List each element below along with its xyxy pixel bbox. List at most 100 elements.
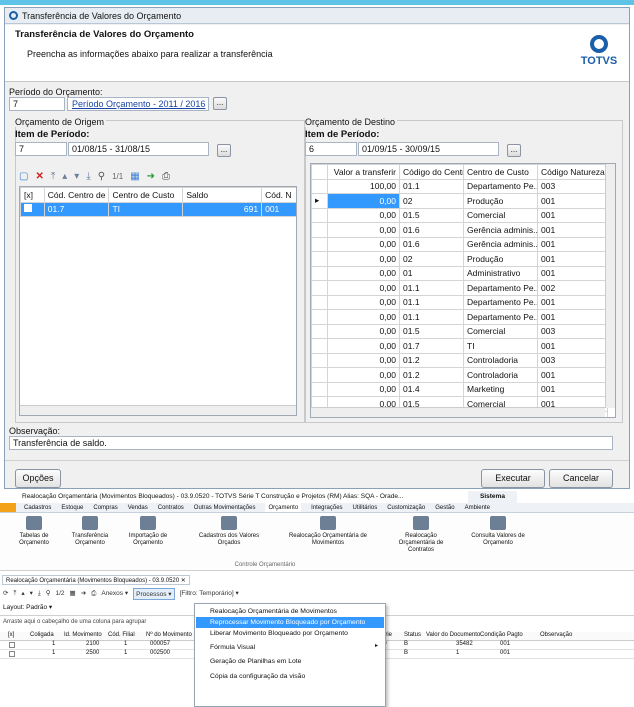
dest-row[interactable]: 0,00 01.1 Departamento Pe... 001 bbox=[311, 294, 608, 310]
origin-col-saldo[interactable]: Saldo bbox=[182, 187, 263, 203]
obs-field[interactable]: Transferência de saldo. bbox=[9, 436, 613, 450]
dest-cell[interactable]: 002 bbox=[537, 280, 608, 296]
origin-col-x[interactable]: [x] bbox=[20, 187, 45, 203]
dest-cell[interactable]: 003 bbox=[537, 178, 608, 194]
dest-row[interactable]: 0,00 01.1 Departamento Pe... 001 bbox=[311, 309, 608, 325]
new-icon[interactable]: ▢ bbox=[19, 171, 28, 182]
dest-cell[interactable]: 001 bbox=[537, 193, 608, 209]
dest-cell[interactable]: 01.1 bbox=[399, 309, 464, 325]
dest-cell[interactable]: 0,00 bbox=[327, 381, 400, 397]
app-col-header[interactable]: Id. Movimento bbox=[64, 632, 102, 638]
dest-cell[interactable]: 0,00 bbox=[327, 265, 400, 281]
processos-button[interactable]: Processos ▾ bbox=[133, 588, 175, 600]
processos-menu-item[interactable]: Fórmula Visual bbox=[196, 642, 384, 653]
dest-row[interactable]: 0,00 01.6 Gerência adminis... 001 bbox=[311, 236, 608, 252]
next-icon[interactable]: ▾ bbox=[30, 588, 33, 600]
dest-cell[interactable]: 001 bbox=[537, 338, 608, 354]
dest-cell[interactable]: Controladoria bbox=[463, 352, 538, 368]
binoculars-icon[interactable]: ⚲ bbox=[98, 171, 105, 182]
dest-cell[interactable]: 01.6 bbox=[399, 222, 464, 238]
dest-cell[interactable]: 003 bbox=[537, 352, 608, 368]
ribbon-button[interactable]: Realocação Orçamentária de Movimentos bbox=[274, 516, 382, 547]
dest-cell[interactable]: 01.1 bbox=[399, 294, 464, 310]
dest-cell[interactable]: Gerência adminis... bbox=[463, 236, 538, 252]
menu-tab[interactable]: Estoque bbox=[61, 503, 83, 512]
app-col-header[interactable]: Cód. Filial bbox=[108, 632, 135, 638]
ribbon-button[interactable]: Transferência Orçamento bbox=[70, 516, 110, 547]
dest-h-scrollbar[interactable] bbox=[311, 407, 605, 417]
dest-cell[interactable]: 01.2 bbox=[399, 352, 464, 368]
ribbon-button[interactable]: Consulta Valores de Orçamento bbox=[460, 516, 536, 547]
ribbon-button[interactable]: Realocação Orçamentária de Contratos bbox=[388, 516, 454, 554]
app-col-header[interactable]: Valor do Documento bbox=[426, 632, 480, 638]
dest-col-valor[interactable]: Valor a transferir bbox=[327, 164, 400, 180]
menu-tab[interactable]: Compras bbox=[93, 503, 117, 512]
dest-col-centro-custo[interactable]: Centro de Custo bbox=[463, 164, 538, 180]
app-menu-button[interactable] bbox=[0, 503, 16, 512]
layout-select[interactable]: Padrão bbox=[26, 604, 47, 611]
app-col-header[interactable]: Nº do Movimento bbox=[146, 632, 192, 638]
processos-menu-item[interactable]: Cópia da configuração da visão bbox=[196, 671, 384, 682]
dest-cell[interactable]: 001 bbox=[537, 309, 608, 325]
dest-cell[interactable]: 0,00 bbox=[327, 207, 400, 223]
dest-cell[interactable]: 0,00 bbox=[327, 251, 400, 267]
origin-col-centro-custo[interactable]: Centro de Custo bbox=[108, 187, 184, 203]
grid-icon[interactable]: ▦ bbox=[70, 588, 76, 600]
dest-lookup-button[interactable]: ... bbox=[507, 144, 521, 157]
dest-cell[interactable]: 001 bbox=[537, 222, 608, 238]
dest-cell[interactable]: Controladoria bbox=[463, 367, 538, 383]
dest-row[interactable]: 0,00 01.5 Comercial 003 bbox=[311, 323, 608, 339]
next-icon[interactable]: ▾ bbox=[74, 171, 79, 182]
origin-item-range-field[interactable]: 01/08/15 - 31/08/15 bbox=[68, 142, 209, 156]
dest-row[interactable]: 0,00 02 Produção 001 bbox=[311, 251, 608, 267]
dest-row[interactable]: 0,00 01 Administrativo 001 bbox=[311, 265, 608, 281]
prev-icon[interactable]: ▴ bbox=[21, 588, 24, 600]
menu-tab[interactable]: Outras Movimentações bbox=[194, 503, 256, 512]
menu-tab[interactable]: Utilitários bbox=[353, 503, 378, 512]
menu-tab[interactable]: Gestão bbox=[435, 503, 454, 512]
dest-cell[interactable]: 01.5 bbox=[399, 323, 464, 339]
dest-cell[interactable]: 01.1 bbox=[399, 178, 464, 194]
processos-menu-item[interactable]: Geração de Planilhas em Lote bbox=[196, 656, 384, 667]
dest-cell[interactable]: 0,00 bbox=[327, 236, 400, 252]
dest-row[interactable]: 0,00 01.2 Controladoria 001 bbox=[311, 367, 608, 383]
origin-row-checkbox[interactable] bbox=[20, 201, 45, 217]
dest-row[interactable]: 0,00 01.4 Marketing 001 bbox=[311, 381, 608, 397]
ribbon-button[interactable]: Tabelas de Orçamento bbox=[4, 516, 64, 547]
dest-cell[interactable]: 001 bbox=[537, 207, 608, 223]
dest-cell[interactable]: 0,00 bbox=[327, 193, 400, 209]
period-link[interactable]: Período Orçamento - 2011 / 2016 bbox=[72, 99, 205, 109]
dest-row[interactable]: 0,00 01.2 Controladoria 003 bbox=[311, 352, 608, 368]
dest-cell[interactable]: 0,00 bbox=[327, 294, 400, 310]
binoculars-icon[interactable]: ⚲ bbox=[46, 588, 51, 600]
dest-cell[interactable]: Departamento Pe... bbox=[463, 280, 538, 296]
app-col-header[interactable]: Observação bbox=[540, 632, 572, 638]
dest-cell[interactable]: Administrativo bbox=[463, 265, 538, 281]
dest-cell[interactable]: 001 bbox=[537, 251, 608, 267]
doc-tab[interactable]: Realocação Orçamentária (Movimentos Bloq… bbox=[2, 575, 190, 585]
menu-tab[interactable]: Customização bbox=[387, 503, 425, 512]
processos-menu-item[interactable]: Liberar Movimento Bloqueado por Orçament… bbox=[196, 628, 384, 639]
refresh-icon[interactable]: ⟳ bbox=[3, 588, 8, 600]
processos-menu-item[interactable]: Reprocessar Movimento Bloqueado por Orça… bbox=[196, 617, 384, 628]
dest-cell[interactable]: 01.5 bbox=[399, 207, 464, 223]
dest-row[interactable]: 0,00 01.1 Departamento Pe... 002 bbox=[311, 280, 608, 296]
dest-cell[interactable]: 001 bbox=[537, 265, 608, 281]
origin-lookup-button[interactable]: ... bbox=[217, 144, 231, 157]
filter-button[interactable]: [Filtro: Temporário] ▾ bbox=[180, 588, 239, 600]
app-col-header[interactable]: Coligada bbox=[30, 632, 54, 638]
first-icon[interactable]: ⤒ bbox=[51, 171, 55, 182]
dest-cell[interactable]: 001 bbox=[537, 294, 608, 310]
dest-item-code-field[interactable]: 6 bbox=[305, 142, 357, 156]
dest-cell[interactable]: Produção bbox=[463, 193, 538, 209]
dest-cell[interactable]: 01.2 bbox=[399, 367, 464, 383]
dest-cell[interactable]: Departamento Pe... bbox=[463, 178, 538, 194]
processos-menu-item[interactable]: Realocação Orçamentária de Movimentos bbox=[196, 606, 384, 617]
dest-cell[interactable]: Departamento Pe... bbox=[463, 309, 538, 325]
origin-row[interactable]: 01.7 TI 691 001 bbox=[20, 201, 296, 217]
dest-cell[interactable]: 0,00 bbox=[327, 338, 400, 354]
period-lookup-button[interactable]: ... bbox=[213, 97, 227, 110]
dest-cell[interactable]: Marketing bbox=[463, 381, 538, 397]
dest-cell[interactable]: TI bbox=[463, 338, 538, 354]
dest-cell[interactable]: 0,00 bbox=[327, 280, 400, 296]
